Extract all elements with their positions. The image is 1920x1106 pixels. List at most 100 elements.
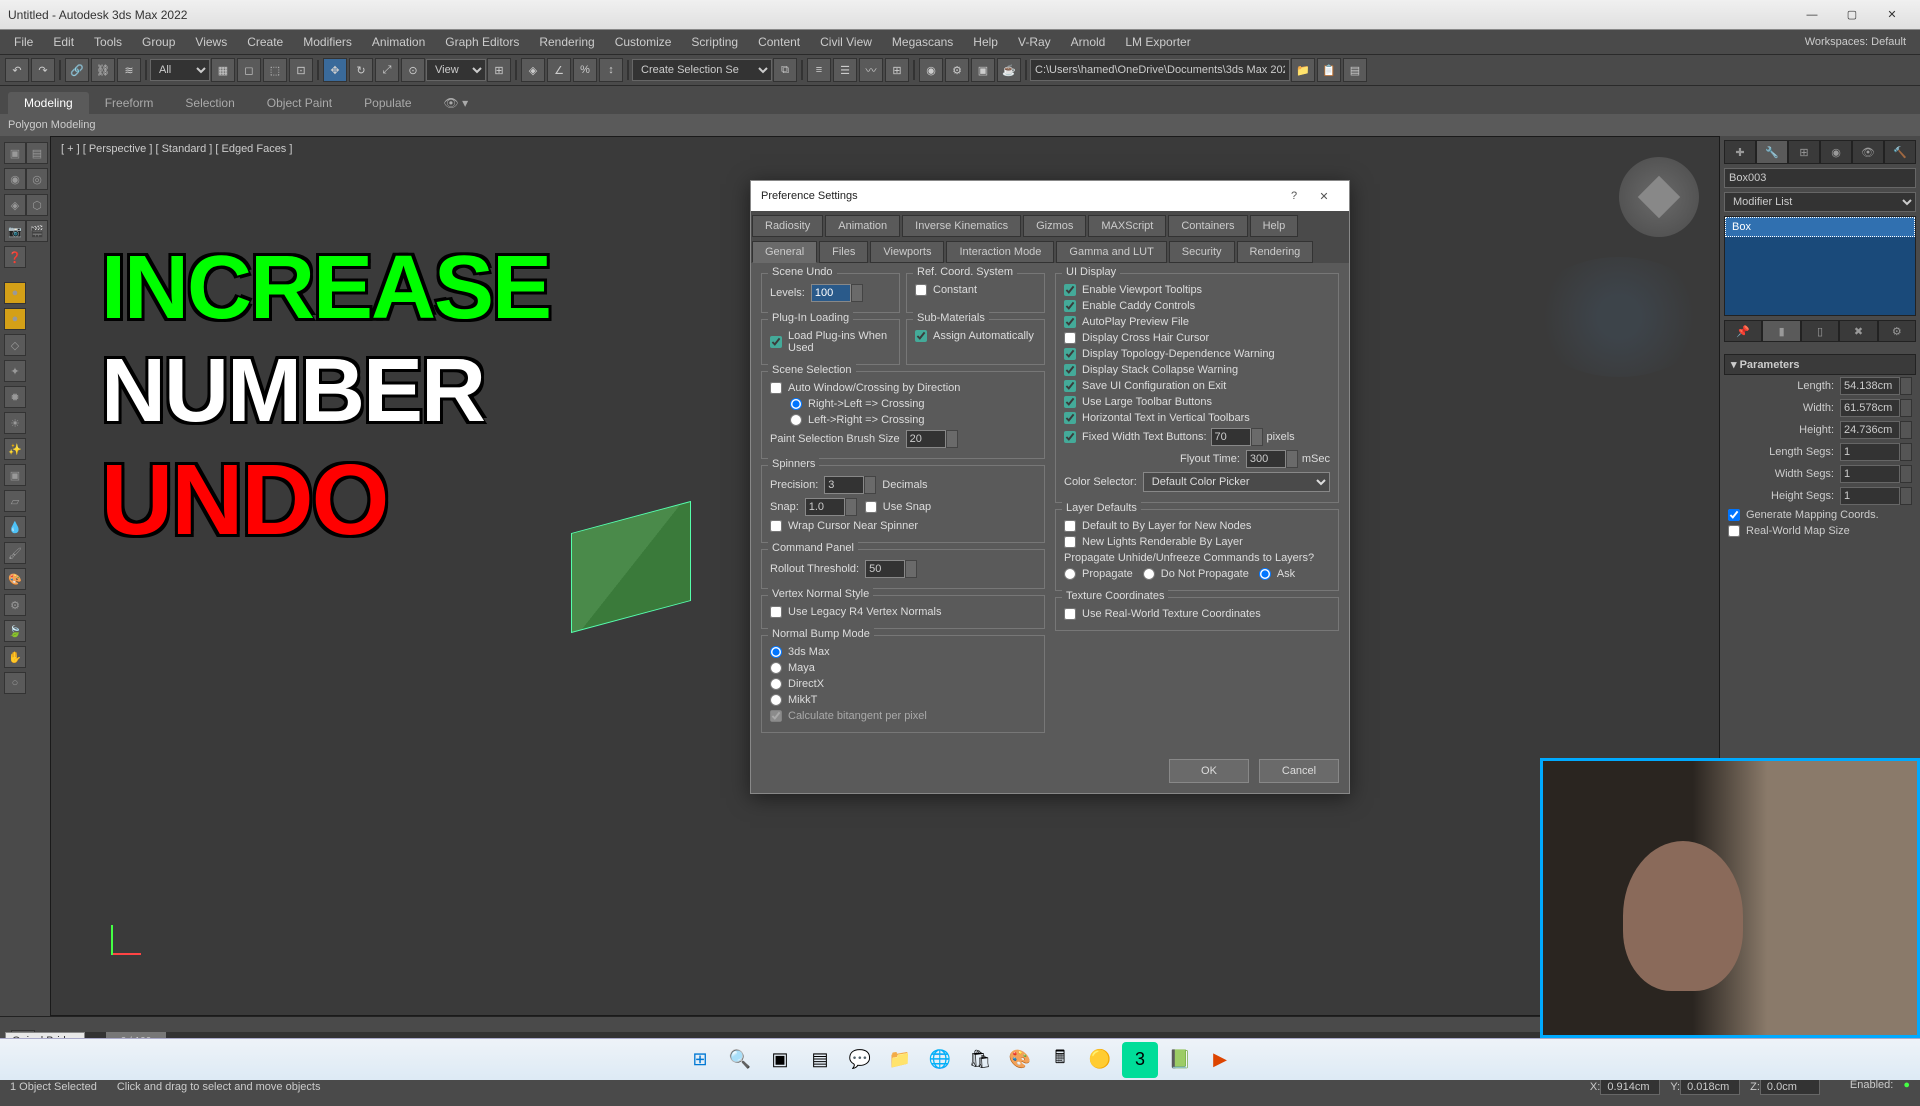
crossing-r2[interactable]: [790, 414, 802, 426]
param-input[interactable]: [1840, 399, 1900, 417]
tab-files[interactable]: Files: [819, 241, 868, 263]
ui-check[interactable]: [1064, 300, 1076, 312]
menu-vray[interactable]: V-Ray: [1008, 31, 1061, 53]
param-spinner[interactable]: [1900, 443, 1912, 461]
param-spinner[interactable]: [1900, 487, 1912, 505]
tab-gamma[interactable]: Gamma and LUT: [1056, 241, 1166, 263]
selection-set-dropdown[interactable]: Create Selection Se: [632, 59, 772, 81]
menu-group[interactable]: Group: [132, 31, 185, 53]
color-icon[interactable]: 🎨: [4, 568, 26, 590]
menu-modifiers[interactable]: Modifiers: [293, 31, 362, 53]
3dsmax-icon[interactable]: 3: [1122, 1042, 1158, 1078]
ribbon-tab-objectpaint[interactable]: Object Paint: [251, 92, 348, 114]
render-frame-button[interactable]: ▣: [971, 58, 995, 82]
ribbon-tab-populate[interactable]: Populate: [348, 92, 427, 114]
ribbon-tab-selection[interactable]: Selection: [169, 92, 250, 114]
tab-gizmos[interactable]: Gizmos: [1023, 215, 1086, 237]
ribbon-tab-freeform[interactable]: Freeform: [89, 92, 170, 114]
select-window-button[interactable]: ⬚: [263, 58, 287, 82]
autowindow-check[interactable]: [770, 382, 782, 394]
tab-interaction[interactable]: Interaction Mode: [946, 241, 1054, 263]
tab-ik[interactable]: Inverse Kinematics: [902, 215, 1021, 237]
menu-create[interactable]: Create: [237, 31, 293, 53]
sun-icon[interactable]: ☀: [4, 412, 26, 434]
ribbon-tab-options[interactable]: 👁 ▾: [428, 92, 485, 114]
material-button[interactable]: ◉: [919, 58, 943, 82]
shape-icon[interactable]: ◇: [4, 334, 26, 356]
fixedwidth-check[interactable]: [1064, 431, 1076, 443]
taskview-icon[interactable]: ▣: [762, 1042, 798, 1078]
ui-check[interactable]: [1064, 348, 1076, 360]
stack-btn-5[interactable]: ⚙: [1878, 320, 1916, 342]
flyout-spinner[interactable]: [1286, 450, 1298, 468]
precision-input[interactable]: [824, 476, 864, 494]
menu-arnold[interactable]: Arnold: [1061, 31, 1116, 53]
rotate-button[interactable]: ↻: [349, 58, 373, 82]
modifier-item[interactable]: Box: [1725, 217, 1915, 237]
colorsel-dropdown[interactable]: Default Color Picker: [1143, 472, 1330, 492]
bump-maya[interactable]: [770, 662, 782, 674]
left-tool-7[interactable]: ◎: [26, 168, 48, 190]
hand-icon[interactable]: ✋: [4, 646, 26, 668]
sparkle-icon[interactable]: ✨: [4, 438, 26, 460]
store-icon[interactable]: 🛍: [962, 1042, 998, 1078]
start-button[interactable]: ⊞: [682, 1042, 718, 1078]
param-input[interactable]: [1840, 443, 1900, 461]
ok-button[interactable]: OK: [1169, 759, 1249, 783]
tab-rendering[interactable]: Rendering: [1237, 241, 1314, 263]
param-input[interactable]: [1840, 465, 1900, 483]
stack-btn-3[interactable]: ▯: [1801, 320, 1839, 342]
search-icon[interactable]: 🔍: [722, 1042, 758, 1078]
brush-size-input[interactable]: [906, 430, 946, 448]
realworld-tex-check[interactable]: [1064, 608, 1076, 620]
modify-tab[interactable]: 🔧: [1756, 140, 1788, 164]
select-rect-button[interactable]: ◻: [237, 58, 261, 82]
explorer-icon[interactable]: 📁: [882, 1042, 918, 1078]
ui-check[interactable]: [1064, 364, 1076, 376]
rollout-input[interactable]: [865, 560, 905, 578]
undo-levels-spinner[interactable]: [851, 284, 863, 302]
ui-check[interactable]: [1064, 380, 1076, 392]
menu-edit[interactable]: Edit: [43, 31, 84, 53]
menu-help[interactable]: Help: [963, 31, 1008, 53]
cancel-button[interactable]: Cancel: [1259, 759, 1339, 783]
menu-tools[interactable]: Tools: [84, 31, 132, 53]
motion-tab[interactable]: ◉: [1820, 140, 1852, 164]
propagate-r2[interactable]: [1143, 568, 1155, 580]
scale-button[interactable]: ⤢: [375, 58, 399, 82]
create-tab[interactable]: ✚: [1724, 140, 1756, 164]
brush-spinner[interactable]: [946, 430, 958, 448]
close-button[interactable]: ✕: [1872, 3, 1912, 27]
legacy-normals-check[interactable]: [770, 606, 782, 618]
snap-spinner[interactable]: [845, 498, 857, 516]
ui-check[interactable]: [1064, 284, 1076, 296]
light-icon[interactable]: ✦: [4, 360, 26, 382]
menu-megascans[interactable]: Megascans: [882, 31, 963, 53]
stack-btn-1[interactable]: 📌: [1724, 320, 1762, 342]
undo-levels-input[interactable]: [811, 284, 851, 302]
display-tab[interactable]: 👁: [1852, 140, 1884, 164]
sphere2-icon[interactable]: ●: [4, 308, 26, 330]
constant-check[interactable]: [915, 284, 927, 296]
tab-maxscript[interactable]: MAXScript: [1088, 215, 1166, 237]
ribbon-tab-modeling[interactable]: Modeling: [8, 92, 89, 114]
left-tool-6[interactable]: ▤: [26, 142, 48, 164]
tab-viewports[interactable]: Viewports: [870, 241, 944, 263]
menu-file[interactable]: File: [4, 31, 43, 53]
flyout-input[interactable]: [1246, 450, 1286, 468]
parameters-header[interactable]: ▾ Parameters: [1724, 354, 1916, 375]
left-tool-8[interactable]: ⬡: [26, 194, 48, 216]
fixedwidth-input[interactable]: [1211, 428, 1251, 446]
dialog-titlebar[interactable]: Preference Settings ? ✕: [751, 181, 1349, 211]
menu-customize[interactable]: Customize: [605, 31, 682, 53]
viewport-label[interactable]: [ + ] [ Perspective ] [ Standard ] [ Edg…: [61, 143, 292, 155]
camtasia-icon[interactable]: ▶: [1202, 1042, 1238, 1078]
assign-auto-check[interactable]: [915, 330, 927, 342]
maximize-button[interactable]: ▢: [1832, 3, 1872, 27]
menu-views[interactable]: Views: [185, 31, 237, 53]
align-button[interactable]: ≡: [807, 58, 831, 82]
utilities-tab[interactable]: 🔨: [1884, 140, 1916, 164]
left-tool-9[interactable]: 🎬: [26, 220, 48, 242]
menu-scripting[interactable]: Scripting: [681, 31, 748, 53]
calc-icon[interactable]: 🖩: [1042, 1042, 1078, 1078]
